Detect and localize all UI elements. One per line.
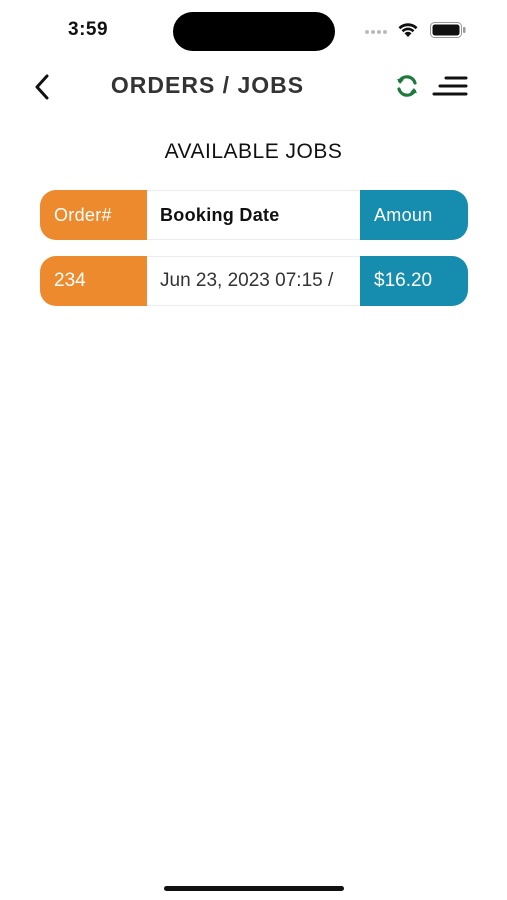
table-header: Order# Booking Date Amoun — [40, 190, 468, 240]
refresh-icon[interactable] — [394, 73, 420, 99]
cellular-signal-icon — [365, 30, 387, 34]
table-row[interactable]: 234 Jun 23, 2023 07:15 / $16.20 — [40, 256, 468, 306]
page-title: ORDERS / JOBS — [110, 72, 305, 98]
menu-icon[interactable] — [432, 73, 468, 99]
wifi-icon — [398, 23, 418, 37]
booking-date-cell: Jun 23, 2023 07:15 / — [147, 256, 360, 306]
column-header-amount[interactable]: Amoun — [360, 190, 468, 240]
home-indicator[interactable] — [164, 886, 344, 891]
dynamic-island — [173, 12, 335, 51]
battery-icon — [430, 22, 466, 38]
order-number-cell: 234 — [40, 256, 147, 306]
column-header-booking-date[interactable]: Booking Date — [147, 190, 360, 240]
amount-cell: $16.20 — [360, 256, 468, 306]
column-header-order[interactable]: Order# — [40, 190, 147, 240]
section-title: AVAILABLE JOBS — [164, 140, 343, 163]
screen: 3:59 ORDERS / JOBS AVAILABLE JOBS Order#… — [0, 0, 507, 900]
status-time: 3:59 — [68, 19, 109, 40]
